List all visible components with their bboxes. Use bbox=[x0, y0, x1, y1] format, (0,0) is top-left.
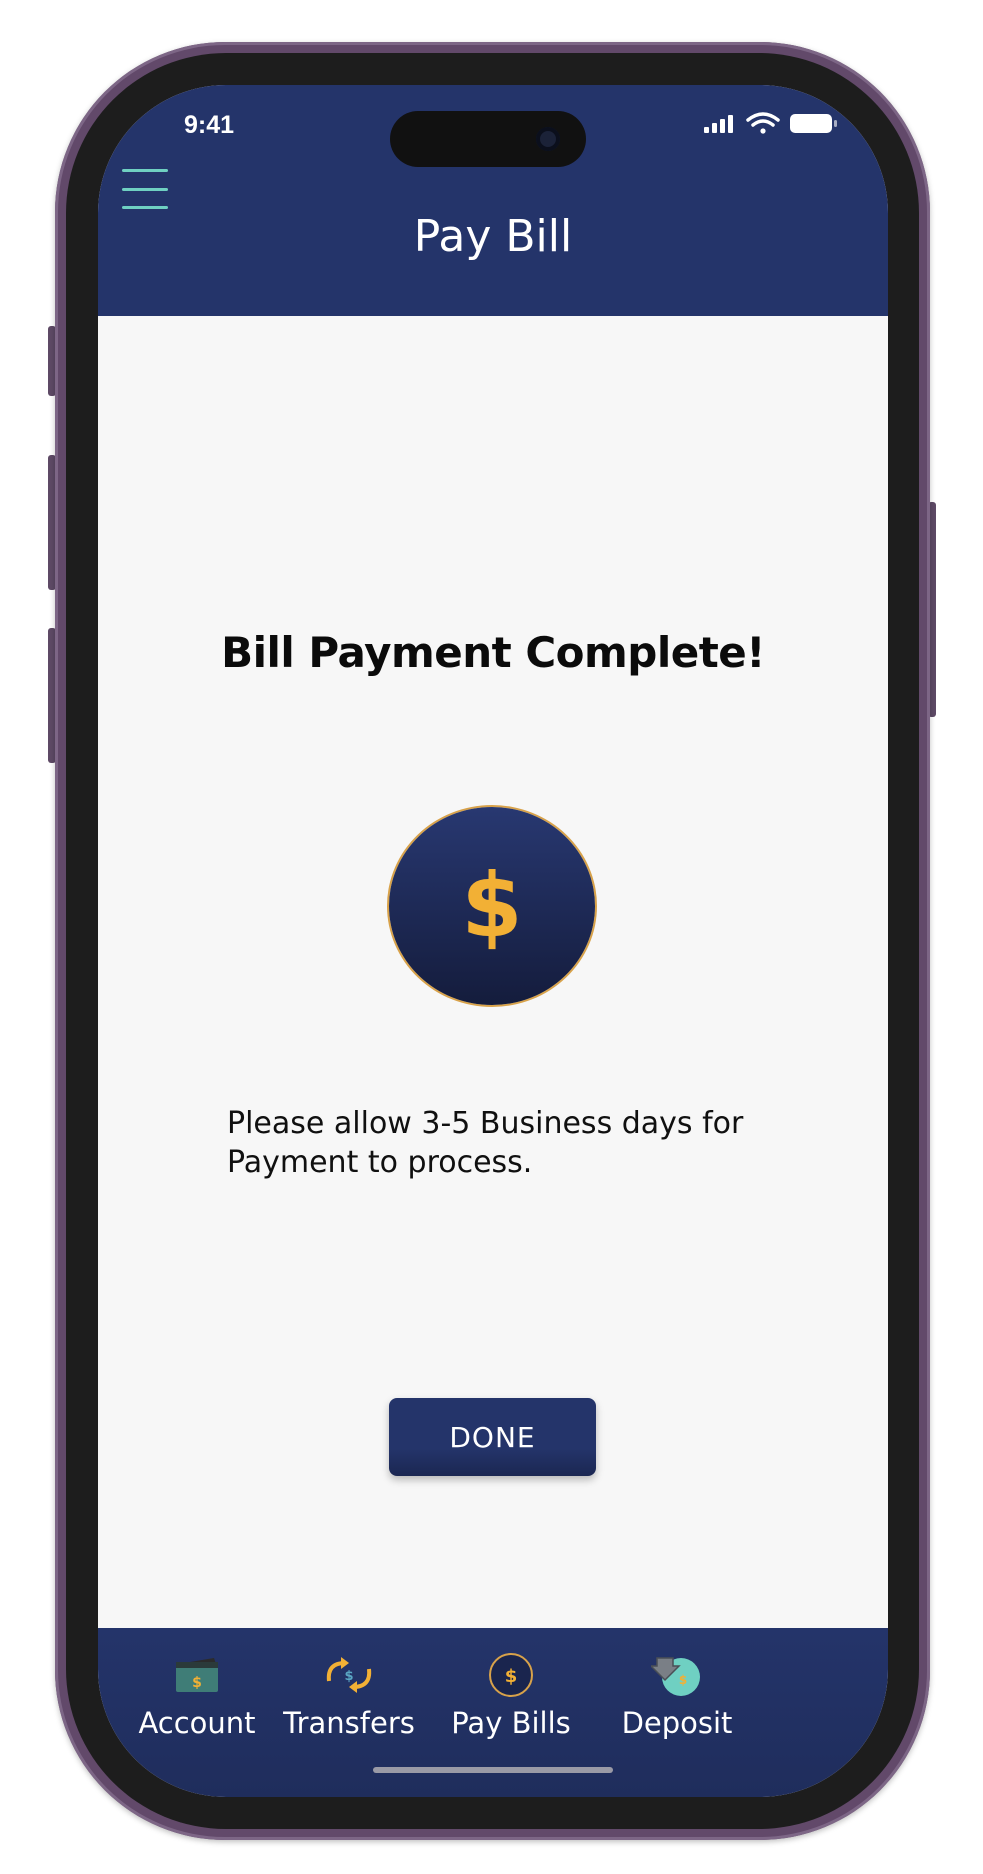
processing-note-line2: Payment to process. bbox=[227, 1145, 533, 1180]
tab-transfers-label: Transfers bbox=[283, 1706, 415, 1740]
tab-pay-bills-label: Pay Bills bbox=[451, 1706, 571, 1740]
dynamic-island bbox=[390, 111, 586, 167]
bottom-tab-bar: $ Account $ Transfers $ Pay Bills $ Depo… bbox=[98, 1628, 888, 1797]
tab-pay-bills[interactable]: $ Pay Bills bbox=[426, 1650, 596, 1750]
status-icons bbox=[704, 112, 837, 134]
wallet-icon: $ bbox=[167, 1650, 227, 1700]
svg-text:$: $ bbox=[505, 1666, 518, 1687]
dollar-badge-icon: $ bbox=[389, 807, 595, 1005]
tab-transfers[interactable]: $ Transfers bbox=[264, 1650, 434, 1750]
processing-note-line1: Please allow 3-5 Business days for bbox=[227, 1106, 744, 1141]
app-header: 9:41 Pay Bill bbox=[98, 85, 888, 316]
front-camera-icon bbox=[536, 127, 560, 151]
done-button[interactable]: DONE bbox=[389, 1398, 596, 1476]
dollar-coin-icon: $ bbox=[481, 1650, 541, 1700]
svg-text:$: $ bbox=[344, 1669, 353, 1684]
wifi-icon bbox=[746, 112, 780, 134]
deposit-icon: $ bbox=[647, 1650, 707, 1700]
tab-deposit-label: Deposit bbox=[621, 1706, 733, 1740]
tab-account[interactable]: $ Account bbox=[112, 1650, 282, 1750]
confirmation-heading: Bill Payment Complete! bbox=[221, 628, 765, 677]
hamburger-menu-icon[interactable] bbox=[122, 169, 168, 209]
app-screen: 9:41 Pay Bill Bill Payment Complete! $ P… bbox=[98, 85, 888, 1797]
transfer-arrows-icon: $ bbox=[319, 1650, 379, 1700]
processing-note: Please allow 3-5 Business days for Payme… bbox=[227, 1104, 787, 1182]
battery-icon bbox=[790, 114, 837, 133]
tab-account-label: Account bbox=[138, 1706, 256, 1740]
status-time: 9:41 bbox=[184, 111, 235, 139]
svg-text:$: $ bbox=[679, 1673, 687, 1687]
payment-confirmation: Bill Payment Complete! $ Please allow 3-… bbox=[98, 316, 888, 1628]
dollar-sign: $ bbox=[461, 854, 523, 957]
signal-icon bbox=[704, 115, 733, 133]
svg-text:$: $ bbox=[192, 1675, 202, 1691]
tab-deposit[interactable]: $ Deposit bbox=[592, 1650, 762, 1750]
page-title: Pay Bill bbox=[413, 211, 573, 262]
home-indicator[interactable] bbox=[373, 1767, 613, 1773]
